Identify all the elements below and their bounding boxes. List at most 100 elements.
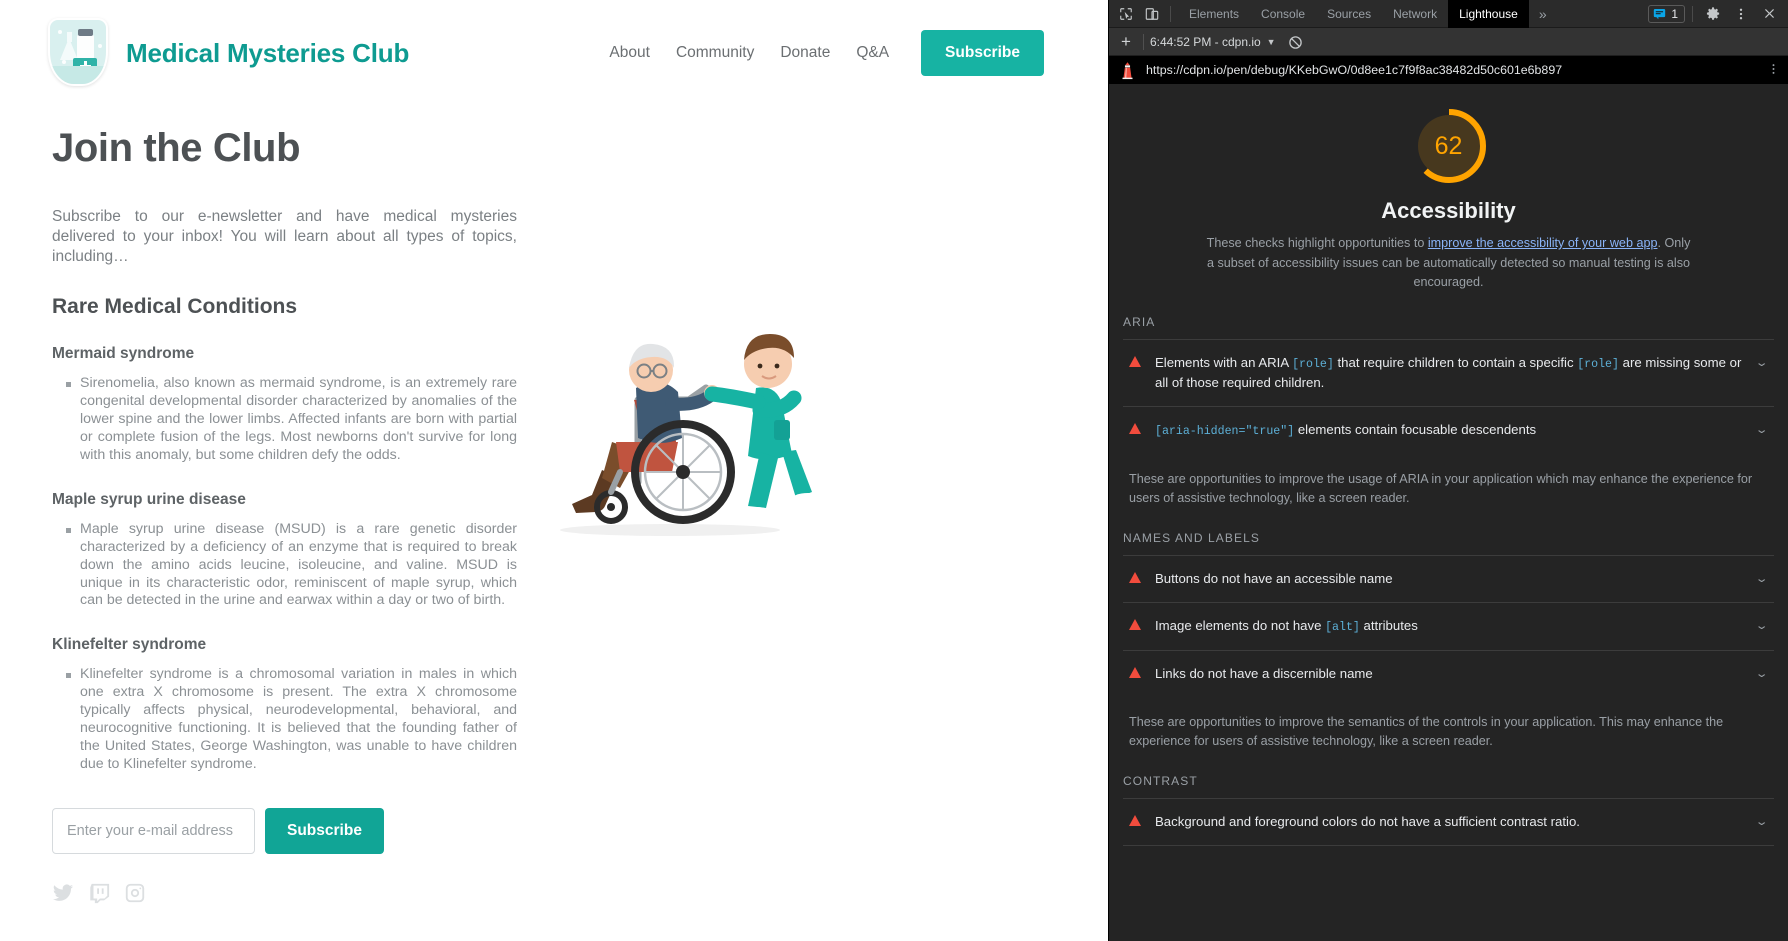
audit-title: Image elements do not have [alt] attribu… — [1155, 617, 1418, 634]
report-url-bar: https://cdpn.io/pen/debug/KKebGwO/0d8ee1… — [1109, 56, 1788, 84]
intro-paragraph: Subscribe to our e-newsletter and have m… — [52, 208, 517, 266]
chevron-down-icon[interactable]: ⌄ — [1754, 356, 1768, 369]
score-value: 62 — [1434, 131, 1463, 160]
list-item: Klinefelter syndrome is a chromosomal va… — [66, 666, 517, 773]
issues-count: 1 — [1671, 6, 1678, 21]
condition-name-1: Maple syrup urine disease — [52, 490, 246, 508]
audit-row[interactable]: [aria-hidden="true"] elements contain fo… — [1123, 406, 1774, 454]
main-nav: About Community Donate Q&A Subscribe — [609, 30, 1078, 76]
condition-name-0: Mermaid syndrome — [52, 345, 195, 363]
audit-title: Buttons do not have an accessible name — [1155, 570, 1393, 586]
audit-section: ARIA Elements with an ARIA [role] that re… — [1123, 293, 1774, 509]
audit-title: Links do not have a discernible name — [1155, 665, 1373, 681]
list-item: Maple syrup urine disease (MSUD) is a ra… — [66, 521, 517, 610]
devtools-tabs: Elements Console Sources Network Lightho… — [1178, 0, 1529, 28]
screenshot-root: Medical Mysteries Club About Community D… — [0, 0, 1788, 941]
category-title: Accessibility — [1381, 198, 1516, 223]
gear-icon[interactable] — [1700, 1, 1726, 27]
site-header: Medical Mysteries Club About Community D… — [0, 0, 1108, 102]
description-pre: These checks highlight opportunities to — [1206, 236, 1428, 250]
fail-warning-icon — [1129, 618, 1141, 630]
chevron-down-icon[interactable]: ⌄ — [1754, 815, 1768, 828]
devtools-panel: Elements Console Sources Network Lightho… — [1108, 0, 1788, 941]
audit-section-heading: CONTRAST — [1123, 773, 1198, 788]
subscribe-nav-button[interactable]: Subscribe — [921, 30, 1044, 76]
chevron-down-icon[interactable]: ⌄ — [1754, 619, 1768, 632]
fail-warning-icon — [1129, 423, 1141, 435]
social-links — [52, 882, 517, 909]
report-url[interactable]: https://cdpn.io/pen/debug/KKebGwO/0d8ee1… — [1146, 63, 1562, 77]
condition-name-2: Klinefelter syndrome — [52, 636, 207, 654]
issues-counter-button[interactable]: 1 — [1648, 4, 1685, 23]
twitter-icon[interactable] — [52, 882, 74, 909]
inspect-element-icon[interactable] — [1113, 1, 1139, 27]
page-content: Join the Club Subscribe to our e-newslet… — [0, 102, 1108, 909]
issues-console-icon — [1654, 9, 1666, 20]
devtools-toolbar: Elements Console Sources Network Lightho… — [1109, 0, 1788, 28]
audit-row[interactable]: Links do not have a discernible name ⌄ — [1123, 649, 1774, 697]
audit-row[interactable]: Image elements do not have [alt] attribu… — [1123, 601, 1774, 650]
audit-section-note: These are opportunities to improve the u… — [1129, 471, 1753, 506]
report-selector-label[interactable]: 6:44:52 PM - cdpn.io — [1150, 35, 1261, 49]
subscribe-submit-button[interactable]: Subscribe — [265, 807, 384, 854]
tab-console[interactable]: Console — [1250, 0, 1316, 28]
more-tabs-icon[interactable]: » — [1529, 6, 1557, 22]
audit-title: Background and foreground colors do not … — [1155, 813, 1580, 829]
condition-list-2: Klinefelter syndrome is a chromosomal va… — [52, 666, 517, 773]
audit-row[interactable]: Elements with an ARIA [role] that requir… — [1123, 338, 1774, 407]
lighthouse-report: 62 Accessibility These checks highlight … — [1109, 84, 1788, 941]
clear-all-icon[interactable] — [1288, 35, 1302, 49]
audit-row[interactable]: Buttons do not have an accessible name ⌄ — [1123, 554, 1774, 602]
close-icon[interactable] — [1756, 1, 1782, 27]
lighthouse-subbar: + 6:44:52 PM - cdpn.io ▼ — [1109, 28, 1788, 56]
audit-sections: ARIA Elements with an ARIA [role] that re… — [1109, 293, 1788, 846]
condition-list-1: Maple syrup urine disease (MSUD) is a ra… — [52, 521, 517, 610]
audit-section-heading: NAMES AND LABELS — [1123, 530, 1260, 545]
audit-section: NAMES AND LABELS Buttons do not have an a… — [1123, 509, 1774, 752]
chevron-down-icon[interactable]: ▼ — [1267, 37, 1276, 47]
tab-lighthouse[interactable]: Lighthouse — [1448, 0, 1529, 28]
subscribe-form: Subscribe — [52, 807, 517, 854]
audit-section-note: These are opportunities to improve the s… — [1129, 714, 1724, 749]
site-title[interactable]: Medical Mysteries Club — [126, 38, 409, 69]
accessibility-score-gauge: 62 — [1409, 106, 1489, 186]
audit-row[interactable]: Background and foreground colors do not … — [1123, 797, 1774, 846]
section-heading: Rare Medical Conditions — [52, 295, 298, 319]
fail-warning-icon — [1129, 666, 1141, 678]
twitch-icon[interactable] — [88, 882, 110, 909]
new-report-button[interactable]: + — [1115, 33, 1137, 50]
audit-section: CONTRAST Background and foreground colors… — [1123, 752, 1774, 846]
category-description: These checks highlight opportunities to … — [1204, 234, 1694, 293]
list-item: Sirenomelia, also known as mermaid syndr… — [66, 375, 517, 464]
nav-link-qa[interactable]: Q&A — [856, 44, 889, 62]
lighthouse-icon — [1122, 61, 1133, 79]
content-column: Join the Club Subscribe to our e-newslet… — [52, 102, 517, 909]
more-options-icon[interactable] — [1728, 1, 1754, 27]
chevron-down-icon[interactable]: ⌄ — [1754, 667, 1768, 680]
email-input[interactable] — [52, 807, 255, 854]
fail-warning-icon — [1129, 814, 1141, 826]
tab-elements[interactable]: Elements — [1178, 0, 1250, 28]
wheelchair-illustration — [520, 292, 825, 552]
device-toolbar-icon[interactable] — [1139, 1, 1165, 27]
page-title: Join the Club — [52, 126, 301, 170]
nav-link-community[interactable]: Community — [676, 44, 754, 62]
fail-warning-icon — [1129, 571, 1141, 583]
condition-list-0: Sirenomelia, also known as mermaid syndr… — [52, 375, 517, 464]
chevron-down-icon[interactable]: ⌄ — [1754, 423, 1768, 436]
tab-sources[interactable]: Sources — [1316, 0, 1382, 28]
instagram-icon[interactable] — [124, 882, 146, 909]
nav-link-donate[interactable]: Donate — [780, 44, 830, 62]
audit-title: Elements with an ARIA [role] that requir… — [1155, 354, 1742, 391]
audit-section-heading: ARIA — [1123, 314, 1156, 329]
audit-title: [aria-hidden="true"] elements contain fo… — [1155, 422, 1537, 439]
nav-link-about[interactable]: About — [609, 44, 650, 62]
medical-shield-logo-icon[interactable] — [44, 14, 112, 92]
accessibility-doc-link[interactable]: improve the accessibility of your web ap… — [1428, 236, 1658, 250]
report-options-icon[interactable] — [1767, 61, 1780, 78]
website-viewport: Medical Mysteries Club About Community D… — [0, 0, 1108, 941]
chevron-down-icon[interactable]: ⌄ — [1754, 572, 1768, 585]
score-gauge-wrap: 62 Accessibility These checks highlight … — [1109, 84, 1788, 293]
fail-warning-icon — [1129, 355, 1141, 367]
tab-network[interactable]: Network — [1382, 0, 1448, 28]
